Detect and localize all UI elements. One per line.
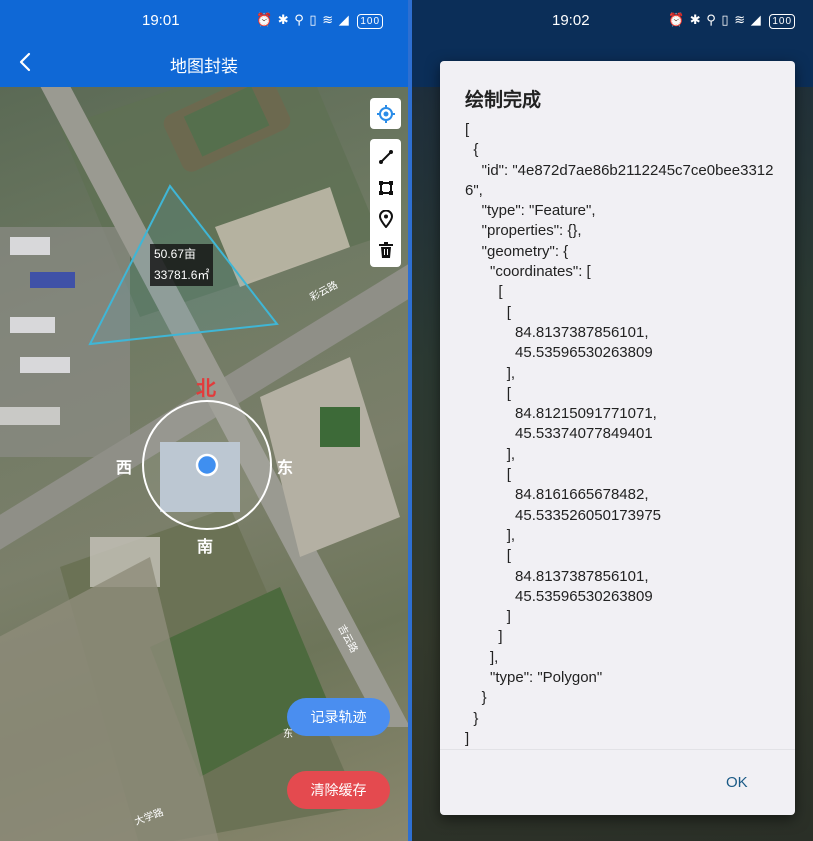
draw-line-button[interactable]: [370, 141, 401, 172]
page-title: 地图封装: [170, 57, 238, 76]
locate-icon: [376, 104, 395, 123]
battery-icon: 100: [769, 14, 796, 29]
left-screen: 19:01 ⏰ ✱ ⚲ ▯ ≋ ◢ 100 地图封装 彩云路 吉云路 东 大学路…: [0, 0, 408, 841]
compass-south: 南: [197, 539, 214, 556]
status-icons: ⏰ ✱ ⚲ ▯ ≋ ◢ 100: [256, 12, 384, 29]
battery-icon: 100: [357, 14, 384, 29]
area-m2: 33781.6㎡: [154, 268, 210, 282]
trash-icon: [378, 241, 393, 258]
compass-north: 北: [196, 378, 216, 400]
status-icons: ⏰ ✱ ⚲ ▯ ≋ ◢ 100: [668, 12, 796, 29]
area-measure-label: 50.67亩 33781.6㎡: [150, 244, 214, 286]
map-toolbar: [370, 98, 401, 267]
draw-polygon-button[interactable]: [370, 172, 401, 203]
road-label: 彩云路: [307, 278, 340, 304]
area-mu: 50.67亩: [154, 247, 197, 261]
delete-button[interactable]: [370, 234, 401, 265]
dialog-divider: [440, 749, 795, 750]
draw-tools: [370, 139, 401, 267]
compass-east: 东: [277, 460, 294, 477]
polygon-icon: [378, 180, 393, 195]
draw-point-button[interactable]: [370, 203, 401, 234]
compass-west: 西: [116, 460, 133, 477]
clear-cache-button[interactable]: 清除缓存: [287, 771, 390, 809]
status-icon-glyphs: ⏰ ✱ ⚲ ▯ ≋ ◢: [668, 12, 762, 27]
status-bar: 19:02 ⏰ ✱ ⚲ ▯ ≋ ◢ 100: [412, 0, 813, 42]
polyline-icon: [378, 149, 393, 164]
status-time: 19:02: [552, 12, 590, 29]
dialog-title: 绘制完成: [465, 90, 542, 111]
status-time: 19:01: [142, 12, 180, 29]
status-bar: 19:01 ⏰ ✱ ⚲ ▯ ≋ ◢ 100: [0, 0, 408, 42]
map-pin-icon: [378, 209, 393, 228]
locate-button[interactable]: [370, 98, 401, 129]
status-icon-glyphs: ⏰ ✱ ⚲ ▯ ≋ ◢: [256, 12, 350, 27]
current-location-marker: [195, 453, 219, 477]
record-track-button[interactable]: 记录轨迹: [287, 698, 390, 736]
ok-button[interactable]: OK: [726, 774, 748, 791]
dialog-body[interactable]: [ { "id": "4e872d7ae86b2112245c7ce0bee33…: [465, 120, 785, 748]
geojson-text: [ { "id": "4e872d7ae86b2112245c7ce0bee33…: [465, 121, 774, 747]
result-dialog: 绘制完成 [ { "id": "4e872d7ae86b2112245c7ce0…: [440, 61, 795, 815]
